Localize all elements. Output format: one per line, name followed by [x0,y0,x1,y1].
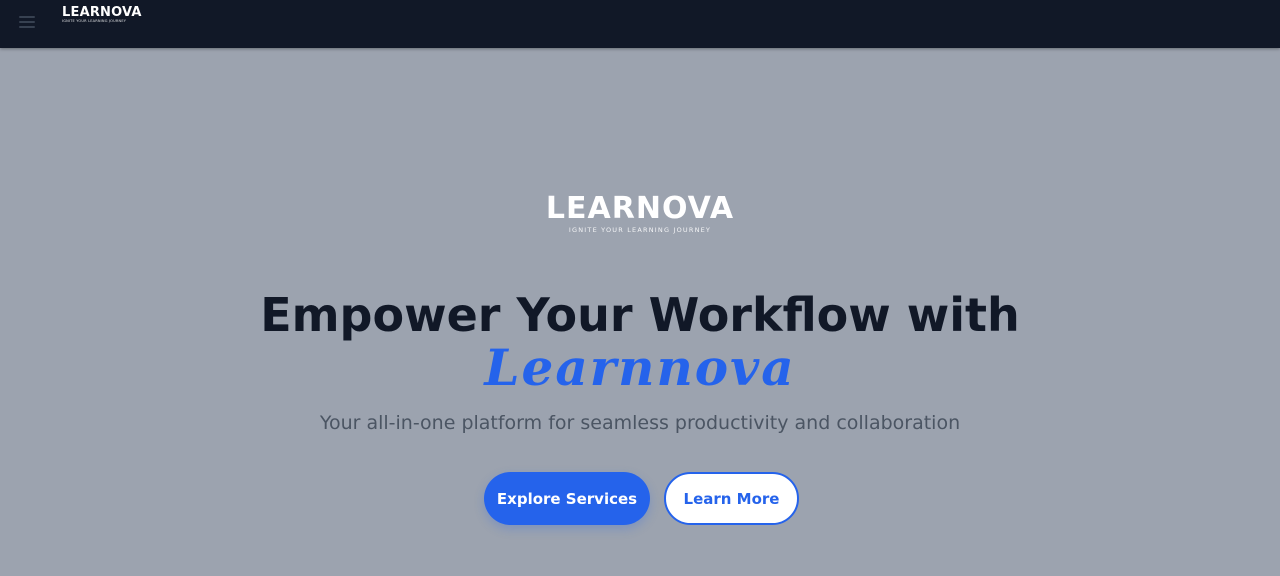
navbar-logo-tagline: IGNITE YOUR LEARNING JOURNEY [62,19,127,23]
hero-headline: Empower Your Workflow with [260,288,1020,342]
navbar-logo-name: LEARNOVA [62,5,142,20]
hero-logo-name: LEARNOVA [545,191,735,226]
hero-logo-tagline: IGNITE YOUR LEARNING JOURNEY [568,226,712,234]
top-navbar: LEARNOVA IGNITE YOUR LEARNING JOURNEY [0,0,1280,48]
hero-subtitle: Your all-in-one platform for seamless pr… [319,412,961,434]
hero-accent-brand: Learnnova [484,338,796,397]
learn-more-button[interactable]: Learn More [664,472,799,525]
explore-services-button[interactable]: Explore Services [484,472,650,525]
navbar-logo[interactable]: LEARNOVA IGNITE YOUR LEARNING JOURNEY [62,6,142,24]
hero-logo: LEARNOVA IGNITE YOUR LEARNING JOURNEY [0,191,1280,235]
hamburger-menu-icon[interactable] [19,12,39,32]
